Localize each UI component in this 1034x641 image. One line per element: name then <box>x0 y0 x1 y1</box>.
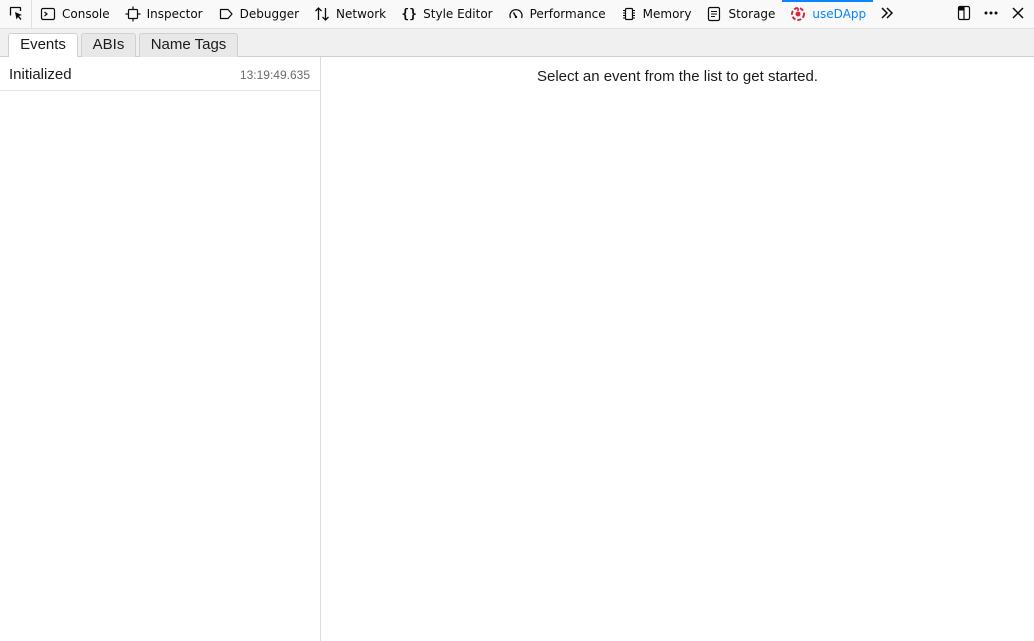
tab-console-label: Console <box>62 7 110 21</box>
tab-storage[interactable]: Storage <box>698 0 782 28</box>
dock-icon <box>956 5 972 24</box>
tab-performance-label: Performance <box>529 7 606 21</box>
tab-inspector[interactable]: Inspector <box>117 0 210 28</box>
tab-style-editor-label: Style Editor <box>423 7 493 21</box>
usedapp-icon <box>790 6 806 22</box>
overflow-tabs-button[interactable] <box>873 0 901 28</box>
event-detail-pane: Select an event from the list to get sta… <box>321 57 1034 641</box>
tab-debugger[interactable]: Debugger <box>210 0 306 28</box>
inspector-icon <box>125 6 141 22</box>
tab-inspector-label: Inspector <box>146 7 203 21</box>
tab-performance[interactable]: Performance <box>500 0 613 28</box>
tab-memory-label: Memory <box>642 7 692 21</box>
devtools-toolbar: Console Inspector Debugger Network {} St… <box>0 0 1034 29</box>
event-list-item[interactable]: Initialized 13:19:49.635 <box>0 57 320 91</box>
performance-icon <box>508 6 524 22</box>
tab-abis[interactable]: ABIs <box>81 33 136 57</box>
panel-tab-bar: Events ABIs Name Tags <box>0 29 1034 58</box>
chevrons-right-icon <box>879 5 895 24</box>
tab-name-tags[interactable]: Name Tags <box>139 33 238 57</box>
tab-storage-label: Storage <box>728 7 776 21</box>
tab-events[interactable]: Events <box>8 33 78 58</box>
tab-network[interactable]: Network <box>306 0 393 28</box>
dock-button[interactable] <box>951 0 977 28</box>
event-list: Initialized 13:19:49.635 <box>0 57 321 641</box>
event-name: Initialized <box>9 66 72 83</box>
close-button[interactable] <box>1005 0 1031 28</box>
event-timestamp: 13:19:49.635 <box>239 68 310 82</box>
tab-memory[interactable]: Memory <box>613 0 699 28</box>
tab-usedapp[interactable]: useDApp <box>782 0 873 28</box>
tab-console[interactable]: Console <box>32 0 117 28</box>
network-icon <box>314 6 330 22</box>
tab-debugger-label: Debugger <box>239 7 300 21</box>
element-picker-button[interactable] <box>0 0 32 28</box>
empty-state-message: Select an event from the list to get sta… <box>537 68 818 85</box>
tab-style-editor[interactable]: {} Style Editor <box>393 0 499 28</box>
console-icon <box>40 6 56 22</box>
style-editor-icon: {} <box>401 6 417 22</box>
more-options-icon <box>983 5 999 24</box>
debugger-icon <box>218 6 234 22</box>
tab-usedapp-label: useDApp <box>812 7 867 21</box>
close-icon <box>1011 6 1025 23</box>
element-picker-icon <box>8 5 24 24</box>
memory-icon <box>621 6 637 22</box>
storage-icon <box>706 6 722 22</box>
tab-network-label: Network <box>336 7 387 21</box>
more-options-button[interactable] <box>977 0 1005 28</box>
